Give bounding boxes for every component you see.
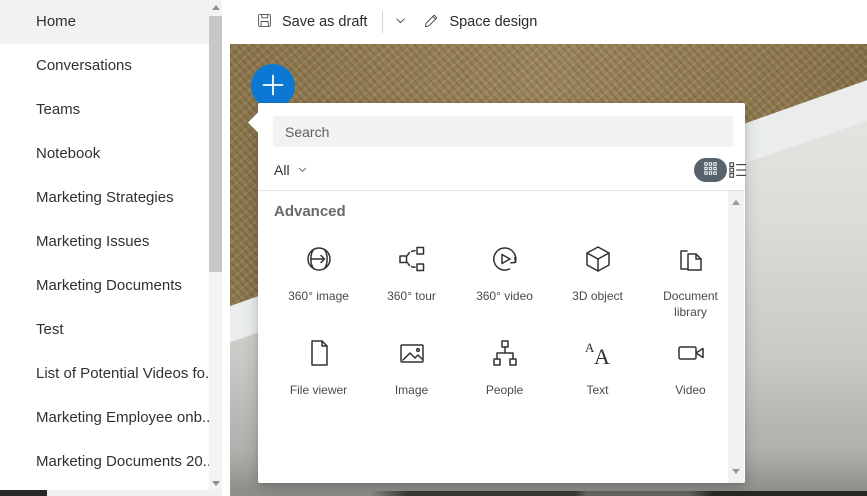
sidebar-item-employee-onboarding[interactable]: Marketing Employee onb... <box>0 396 209 440</box>
toolbar: Save as draft Space design <box>222 0 867 44</box>
horizontal-scrollbar-thumb[interactable] <box>0 490 47 496</box>
grid-view-toggle[interactable] <box>694 158 727 182</box>
horizontal-scrollbar[interactable] <box>0 490 222 496</box>
svg-text:A: A <box>594 344 610 369</box>
tile-label: Image <box>394 383 429 397</box>
chevron-down-icon <box>297 162 308 178</box>
save-as-draft-button[interactable]: Save as draft <box>256 6 367 38</box>
tile-3d-object[interactable]: 3D object <box>551 231 644 321</box>
space-design-label: Space design <box>449 14 538 30</box>
space-background-photo: All <box>230 44 867 496</box>
tile-text[interactable]: A A Text <box>551 325 644 415</box>
tile-label: 360° tour <box>387 289 436 303</box>
sidebar-item-marketing-documents-20[interactable]: Marketing Documents 20... <box>0 440 209 484</box>
tile-document-library[interactable]: Document library <box>644 231 737 321</box>
globe-360-icon <box>303 243 335 280</box>
tile-label: 360° video <box>476 289 533 303</box>
sidebar-item-home[interactable]: Home <box>0 0 209 44</box>
tile-360-video[interactable]: 360° video <box>458 231 551 321</box>
video-360-icon <box>489 243 521 280</box>
filter-all-dropdown[interactable]: All <box>274 159 308 181</box>
pencil-icon <box>423 12 440 33</box>
sidebar-item-conversations[interactable]: Conversations <box>0 44 209 88</box>
tile-label: 3D object <box>572 289 623 303</box>
tile-360-tour[interactable]: 360° tour <box>365 231 458 321</box>
toolbar-divider <box>382 11 384 33</box>
sharepoint-space-editor: Home Conversations Teams Notebook Market… <box>0 0 867 496</box>
web-part-picker-panel: All <box>247 103 747 483</box>
chevron-down-icon <box>394 14 407 31</box>
space-design-button[interactable]: Space design <box>423 6 537 38</box>
scroll-up-icon[interactable] <box>211 5 220 10</box>
filter-all-label: All <box>274 162 290 178</box>
list-view-toggle[interactable] <box>729 161 747 179</box>
panel-divider <box>258 190 745 191</box>
tile-label: Text <box>586 383 609 397</box>
space-canvas: All <box>222 44 867 496</box>
tile-image[interactable]: Image <box>365 325 458 415</box>
tile-label: 360° image <box>288 289 349 303</box>
scroll-down-icon[interactable] <box>211 481 220 486</box>
tile-video[interactable]: Video <box>644 325 737 415</box>
scroll-down-icon[interactable] <box>732 469 740 474</box>
tile-label: Video <box>675 383 706 397</box>
panel-scrollbar[interactable] <box>728 191 744 483</box>
file-viewer-icon <box>303 337 335 374</box>
tile-label: File viewer <box>289 383 348 397</box>
tile-people[interactable]: People <box>458 325 551 415</box>
sidebar-item-notebook[interactable]: Notebook <box>0 132 209 176</box>
text-icon: A A <box>582 337 614 374</box>
main-area: Save as draft Space design Search All Ad… <box>222 0 867 496</box>
save-as-draft-label: Save as draft <box>282 14 368 30</box>
sidebar-scrollbar-thumb[interactable] <box>209 16 222 272</box>
photo-bottom-shadow <box>230 491 867 496</box>
grid-view-icon <box>704 162 717 178</box>
people-icon <box>489 337 521 374</box>
save-options-dropdown[interactable] <box>394 6 407 38</box>
document-library-icon <box>675 243 707 280</box>
search-input[interactable] <box>273 116 733 147</box>
add-web-part-button[interactable] <box>251 64 295 108</box>
tile-360-image[interactable]: 360° image <box>272 231 365 321</box>
video-icon <box>675 337 707 374</box>
tile-label: Document library <box>663 289 718 319</box>
section-title-advanced: Advanced <box>274 203 346 220</box>
sidebar-item-marketing-documents[interactable]: Marketing Documents <box>0 264 209 308</box>
plus-icon <box>262 74 284 99</box>
tour-360-icon <box>396 243 428 280</box>
save-icon <box>256 12 273 33</box>
sidebar-item-marketing-issues[interactable]: Marketing Issues <box>0 220 209 264</box>
sidebar-item-potential-videos[interactable]: List of Potential Videos fo... <box>0 352 209 396</box>
tile-label: People <box>485 383 524 397</box>
sidebar-item-marketing-strategies[interactable]: Marketing Strategies <box>0 176 209 220</box>
web-part-grid: 360° image 360° tour 360° video 3D objec… <box>272 231 739 415</box>
scroll-up-icon[interactable] <box>732 200 740 205</box>
sidebar-item-teams[interactable]: Teams <box>0 88 209 132</box>
sidebar-item-test[interactable]: Test <box>0 308 209 352</box>
sidebar-scrollbar[interactable] <box>209 0 222 496</box>
image-icon <box>396 337 428 374</box>
tile-file-viewer[interactable]: File viewer <box>272 325 365 415</box>
sidebar-nav: Home Conversations Teams Notebook Market… <box>0 0 209 496</box>
cube-3d-icon <box>582 243 614 280</box>
list-view-icon <box>729 162 747 182</box>
